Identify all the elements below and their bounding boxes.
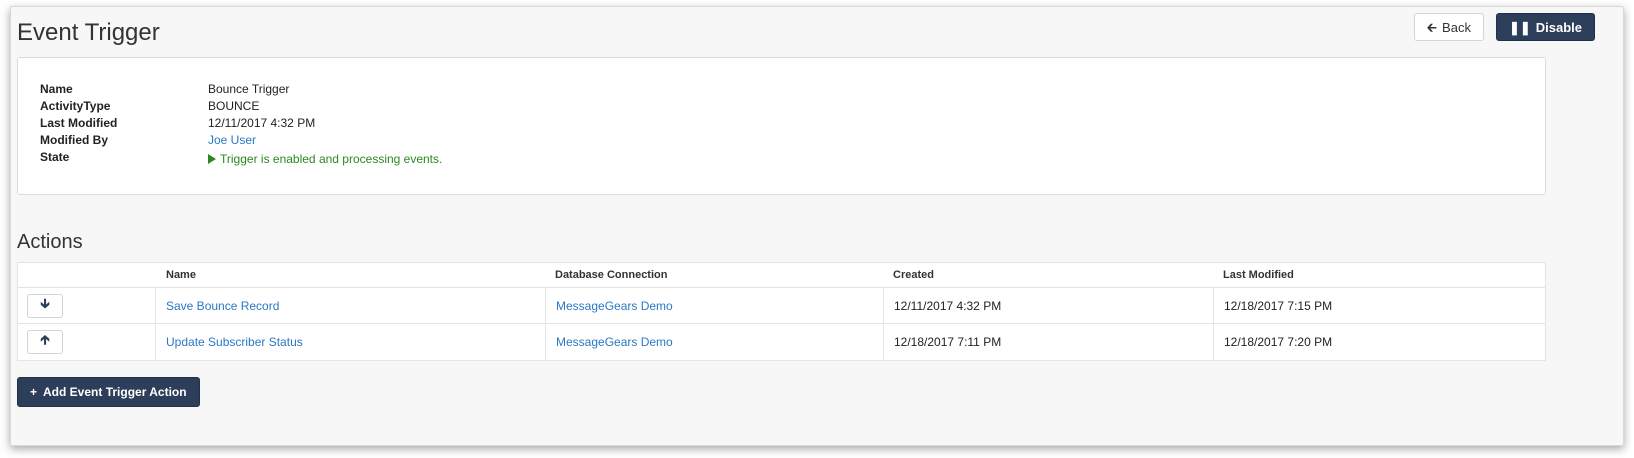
page-title: Event Trigger bbox=[17, 19, 160, 46]
header-cell-connection: Database Connection bbox=[555, 269, 668, 281]
add-action-label: Add Event Trigger Action bbox=[43, 385, 187, 399]
add-event-trigger-action-button[interactable]: + Add Event Trigger Action bbox=[17, 377, 200, 407]
disable-button[interactable]: ❚❚ Disable bbox=[1495, 13, 1595, 41]
back-button[interactable]: 🡰 Back bbox=[1413, 13, 1484, 41]
detail-last-modified-row: Last Modified 12/11/2017 4:32 PM bbox=[40, 116, 315, 133]
detail-name-row: Name Bounce Trigger bbox=[40, 82, 289, 99]
detail-label: Name bbox=[40, 82, 73, 96]
connection-link[interactable]: MessageGears Demo bbox=[556, 299, 673, 313]
pause-icon: ❚❚ bbox=[1508, 19, 1531, 35]
connection-link[interactable]: MessageGears Demo bbox=[556, 335, 673, 349]
actions-section-title: Actions bbox=[17, 231, 83, 253]
move-up-button[interactable]: 🡱 bbox=[27, 330, 63, 354]
arrow-down-icon: 🡳 bbox=[40, 295, 50, 311]
detail-activity-type-row: ActivityType BOUNCE bbox=[40, 99, 259, 116]
actions-table: Name Database Connection Created Last Mo… bbox=[17, 262, 1546, 361]
state-status: Trigger is enabled and processing events… bbox=[208, 150, 442, 167]
header-cell-created: Created bbox=[893, 269, 934, 281]
detail-label: ActivityType bbox=[40, 99, 111, 113]
header-toolbar: 🡰 Back ❚❚ Disable bbox=[1413, 13, 1595, 41]
connection-cell: MessageGears Demo bbox=[545, 288, 883, 323]
actions-table-header: Name Database Connection Created Last Mo… bbox=[18, 263, 1545, 288]
order-cell: 🡳 bbox=[18, 288, 156, 323]
header-cell-order bbox=[18, 263, 156, 287]
play-icon bbox=[208, 153, 216, 164]
header-cell-name: Name bbox=[166, 269, 196, 281]
action-name-link[interactable]: Update Subscriber Status bbox=[166, 335, 303, 349]
state-status-text: Trigger is enabled and processing events… bbox=[220, 151, 443, 166]
detail-label: Last Modified bbox=[40, 116, 118, 130]
modified-by-link[interactable]: Joe User bbox=[208, 133, 256, 150]
back-button-label: Back bbox=[1442, 19, 1471, 35]
last-modified-cell: 12/18/2017 7:20 PM bbox=[1213, 324, 1545, 360]
name-cell: Save Bounce Record bbox=[156, 288, 545, 323]
trigger-details-panel: Name Bounce Trigger ActivityType BOUNCE … bbox=[17, 57, 1546, 195]
name-cell: Update Subscriber Status bbox=[156, 324, 545, 360]
arrow-up-icon: 🡱 bbox=[40, 332, 50, 347]
created-cell: 12/18/2017 7:11 PM bbox=[883, 324, 1213, 360]
order-cell: 🡱 bbox=[18, 324, 156, 360]
connection-cell: MessageGears Demo bbox=[545, 324, 883, 360]
detail-modified-by-row: Modified By Joe User bbox=[40, 133, 256, 150]
detail-name-value: Bounce Trigger bbox=[208, 82, 290, 96]
event-trigger-window: Event Trigger 🡰 Back ❚❚ Disable Name Bou… bbox=[10, 6, 1624, 446]
arrow-left-icon: 🡰 bbox=[1426, 19, 1438, 35]
detail-label: Modified By bbox=[40, 133, 108, 147]
move-down-button[interactable]: 🡳 bbox=[27, 293, 63, 318]
header-cell-last-modified: Last Modified bbox=[1223, 269, 1294, 281]
detail-last-modified-value: 12/11/2017 4:32 PM bbox=[208, 116, 316, 130]
created-cell: 12/11/2017 4:32 PM bbox=[883, 288, 1213, 323]
table-row: 🡱 Update Subscriber Status MessageGears … bbox=[18, 324, 1545, 360]
detail-label: State bbox=[40, 150, 70, 164]
plus-icon: + bbox=[30, 385, 38, 399]
detail-activity-type-value: BOUNCE bbox=[208, 99, 260, 113]
disable-button-label: Disable bbox=[1535, 19, 1582, 35]
action-name-link[interactable]: Save Bounce Record bbox=[166, 299, 279, 313]
detail-state-row: State Trigger is enabled and processing … bbox=[40, 150, 442, 167]
table-row: 🡳 Save Bounce Record MessageGears Demo 1… bbox=[18, 288, 1545, 324]
last-modified-cell: 12/18/2017 7:15 PM bbox=[1213, 288, 1545, 323]
